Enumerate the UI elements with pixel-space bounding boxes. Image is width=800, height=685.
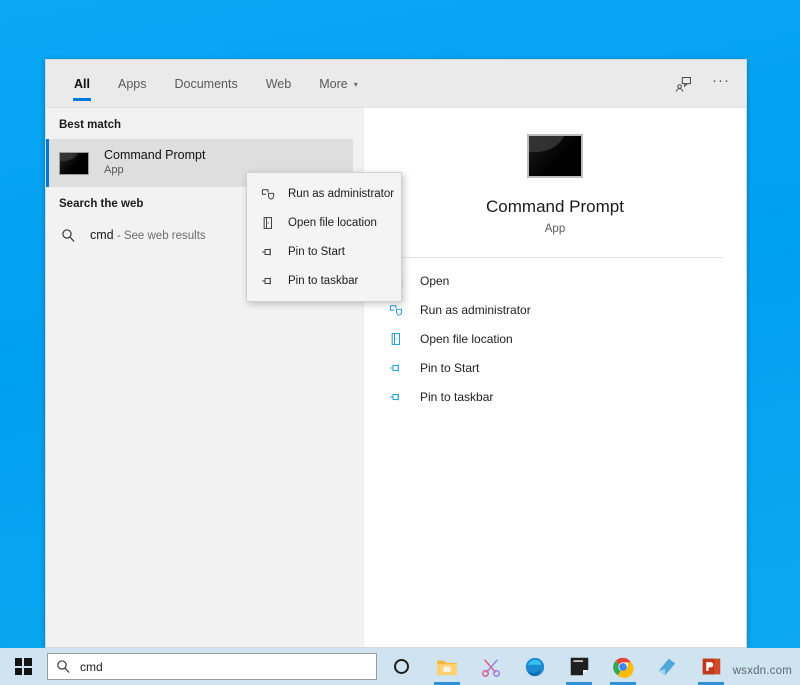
web-result-suffix: - See web results <box>113 230 206 242</box>
preview-action-label: Pin to taskbar <box>420 389 494 404</box>
context-menu-item-label: Pin to Start <box>288 245 345 258</box>
preview-divider <box>386 257 724 258</box>
preview-action-pin-to-start[interactable]: Pin to Start <box>386 353 746 382</box>
start-button[interactable] <box>0 648 46 685</box>
context-menu-item-open-file-location[interactable]: Open file location <box>247 208 401 237</box>
shield-icon <box>386 303 406 317</box>
preview-action-run-as-administrator[interactable]: Run as administrator <box>386 295 746 324</box>
preview-action-pin-to-taskbar[interactable]: Pin to taskbar <box>386 382 746 411</box>
result-item-text: Command Prompt App <box>104 148 205 178</box>
web-result-text: cmd - See web results <box>90 228 206 242</box>
shield-icon <box>259 187 277 201</box>
windows-logo-icon <box>14 658 32 675</box>
google-chrome-icon <box>613 657 634 678</box>
web-result-query: cmd <box>90 228 114 242</box>
context-menu-item-label: Pin to taskbar <box>288 274 359 287</box>
context-menu-item-run-as-administrator[interactable]: Run as administrator <box>247 179 401 208</box>
preview-action-open-file-location[interactable]: Open file location <box>386 324 746 353</box>
command-prompt-icon <box>59 151 89 175</box>
search-input-value: cmd <box>80 659 103 674</box>
result-item-title: Command Prompt <box>104 147 206 162</box>
pin-icon <box>259 245 277 259</box>
result-item-subtitle: App <box>104 164 124 177</box>
preview-app-title: Command Prompt <box>486 197 624 216</box>
pin-icon <box>259 274 277 288</box>
taskbar: cmd wsxdn.com <box>0 648 800 685</box>
taskbar-app-blue-app[interactable] <box>645 648 689 685</box>
tab-all-label: All <box>74 77 90 91</box>
tab-all[interactable]: All <box>60 60 104 108</box>
tab-apps[interactable]: Apps <box>104 60 161 108</box>
powerpoint-icon <box>702 658 720 675</box>
snip-and-sketch-icon <box>482 658 500 677</box>
taskbar-app-snip-and-sketch[interactable] <box>469 648 513 685</box>
pin-icon <box>386 390 406 404</box>
start-search-panel: All Apps Documents Web More ▾ ··· Best m… <box>45 59 747 648</box>
sticky-notes-icon <box>570 657 588 676</box>
taskbar-app-buttons <box>425 648 733 685</box>
watermark: wsxdn.com <box>732 665 792 677</box>
context-menu-item-label: Run as administrator <box>288 187 395 200</box>
tab-web-label: Web <box>265 77 292 91</box>
command-prompt-icon <box>527 134 583 178</box>
best-match-section-label: Best match <box>59 119 121 131</box>
preview-action-open[interactable]: Open <box>386 266 746 295</box>
file-explorer-icon <box>437 660 457 675</box>
preview-header: Command Prompt App <box>364 108 746 235</box>
context-menu-item-pin-to-taskbar[interactable]: Pin to taskbar <box>247 266 401 295</box>
search-icon <box>59 228 77 243</box>
file-location-icon <box>386 332 406 346</box>
context-menu: Run as administrator Open file location <box>246 172 402 302</box>
tab-more[interactable]: More ▾ <box>305 60 372 108</box>
pin-icon <box>386 361 406 375</box>
preview-action-label: Pin to Start <box>420 360 480 375</box>
desktop-background: All Apps Documents Web More ▾ ··· Best m… <box>0 0 800 685</box>
taskbar-app-file-explorer[interactable] <box>425 648 469 685</box>
context-menu-item-label: Open file location <box>288 216 377 229</box>
cortana-ring <box>393 659 409 674</box>
context-menu-item-pin-to-start[interactable]: Pin to Start <box>247 237 401 266</box>
feedback-icon[interactable] <box>668 69 698 99</box>
tab-apps-label: Apps <box>117 77 147 91</box>
search-input[interactable]: cmd <box>47 653 377 680</box>
search-icon <box>48 659 78 674</box>
microsoft-edge-icon <box>525 657 545 676</box>
blue-app-icon <box>658 658 676 675</box>
search-panel-header: All Apps Documents Web More ▾ ··· <box>46 60 746 108</box>
cortana-icon[interactable] <box>377 648 425 685</box>
search-header-actions: ··· <box>668 60 736 108</box>
tab-more-label: More <box>319 77 348 91</box>
taskbar-app-microsoft-edge[interactable] <box>513 648 557 685</box>
file-location-icon <box>259 216 277 230</box>
more-options-icon[interactable]: ··· <box>706 66 736 103</box>
search-tabstrip: All Apps Documents Web More ▾ <box>60 60 372 108</box>
taskbar-app-sticky-notes[interactable] <box>557 648 601 685</box>
preview-app-subtitle: App <box>544 223 566 235</box>
tab-documents[interactable]: Documents <box>160 60 251 108</box>
tab-documents-label: Documents <box>174 77 238 91</box>
preview-action-label: Open <box>420 273 450 288</box>
taskbar-app-google-chrome[interactable] <box>601 648 645 685</box>
taskbar-app-powerpoint[interactable] <box>689 648 733 685</box>
preview-actions-list: Open Run as administrator Open file loca… <box>364 266 746 411</box>
chevron-down-icon: ▾ <box>353 80 358 89</box>
app-preview-pane: Command Prompt App Open Run as administr… <box>363 108 746 647</box>
preview-action-label: Open file location <box>420 331 513 346</box>
preview-action-label: Run as administrator <box>420 302 531 317</box>
tab-web[interactable]: Web <box>252 60 305 108</box>
